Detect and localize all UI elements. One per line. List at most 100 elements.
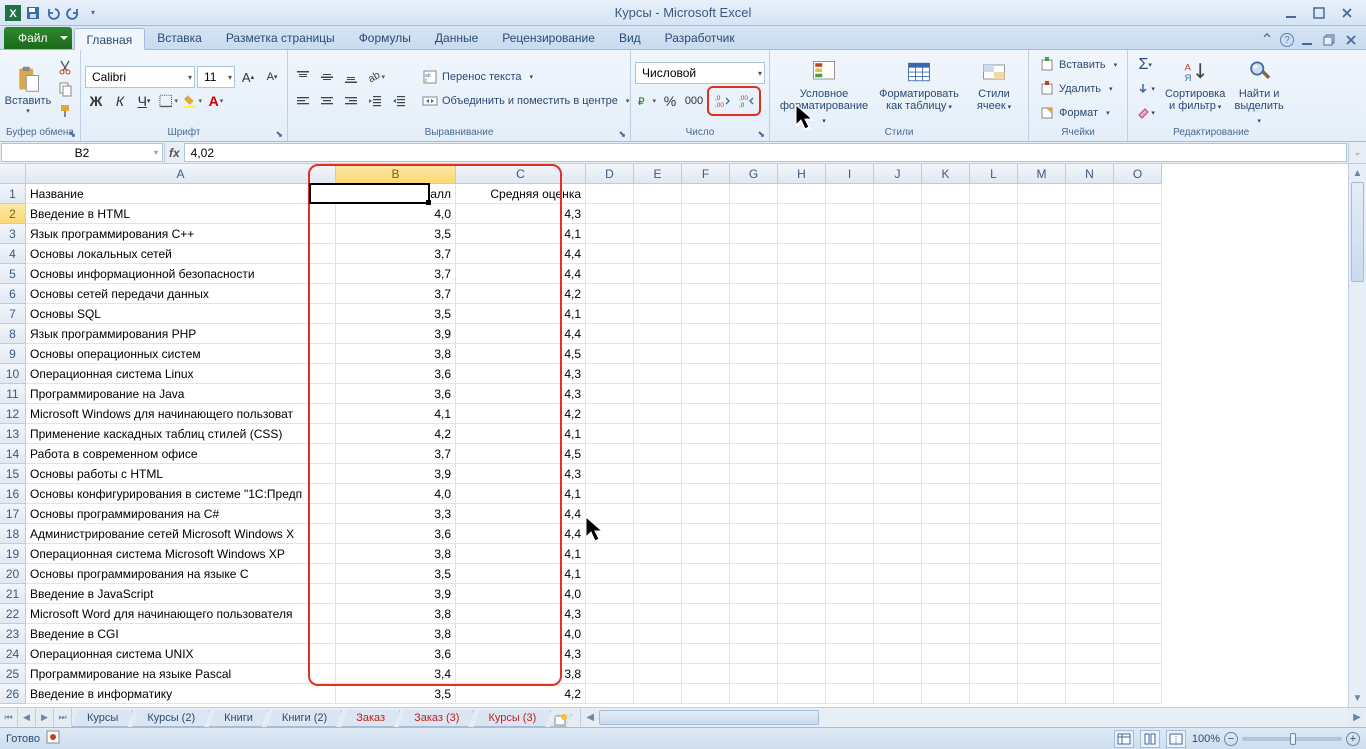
cell[interactable] — [682, 464, 730, 484]
cell[interactable] — [970, 504, 1018, 524]
cell[interactable] — [1066, 544, 1114, 564]
cell[interactable] — [970, 364, 1018, 384]
cell[interactable] — [1018, 444, 1066, 464]
cell[interactable] — [586, 544, 634, 564]
cell[interactable]: 3,8 — [336, 344, 456, 364]
cell[interactable] — [1066, 404, 1114, 424]
cell[interactable] — [730, 384, 778, 404]
cell[interactable]: Работа в современном офисе — [26, 444, 336, 464]
cell[interactable] — [730, 404, 778, 424]
cell[interactable] — [922, 224, 970, 244]
cell[interactable] — [682, 604, 730, 624]
cell[interactable] — [970, 644, 1018, 664]
underline-button[interactable]: Ч▾ — [133, 90, 155, 112]
cell[interactable]: 4,2 — [456, 684, 586, 704]
cell[interactable] — [634, 584, 682, 604]
row-header[interactable]: 24 — [0, 644, 26, 664]
cell[interactable] — [586, 444, 634, 464]
cell[interactable]: Основы работы с HTML — [26, 464, 336, 484]
cell[interactable] — [826, 444, 874, 464]
cell[interactable]: 4,3 — [456, 384, 586, 404]
cell[interactable] — [1066, 664, 1114, 684]
cell[interactable]: 4,2 — [456, 284, 586, 304]
comma-format-button[interactable]: 000 — [683, 90, 705, 112]
cell[interactable] — [1066, 484, 1114, 504]
cell[interactable] — [682, 644, 730, 664]
cell[interactable] — [634, 484, 682, 504]
cell[interactable]: 4,4 — [456, 264, 586, 284]
workbook-minimize-icon[interactable] — [1298, 31, 1316, 49]
column-header[interactable]: F — [682, 164, 730, 184]
cell[interactable] — [1114, 224, 1162, 244]
cell[interactable] — [634, 504, 682, 524]
cell[interactable] — [1114, 364, 1162, 384]
cell[interactable] — [826, 304, 874, 324]
decrease-decimal-button[interactable]: ,00,0 — [735, 90, 757, 112]
sheet-nav-first[interactable]: ⏮ — [0, 708, 18, 727]
cell[interactable]: 4,4 — [456, 524, 586, 544]
sheet-tab[interactable]: Курсы (2) — [132, 710, 210, 727]
cell[interactable] — [1114, 524, 1162, 544]
row-header[interactable]: 19 — [0, 544, 26, 564]
cell[interactable] — [1018, 384, 1066, 404]
copy-button[interactable] — [54, 78, 76, 100]
cell[interactable]: 4,2 — [456, 404, 586, 424]
cell[interactable]: Операционная система UNIX — [26, 644, 336, 664]
cell[interactable] — [730, 464, 778, 484]
cell[interactable] — [1018, 224, 1066, 244]
cell[interactable] — [1018, 284, 1066, 304]
cell[interactable]: Введение в информатику — [26, 684, 336, 704]
cell[interactable] — [1114, 424, 1162, 444]
orientation-button[interactable]: ab — [364, 66, 386, 88]
close-button[interactable] — [1336, 4, 1358, 22]
cell[interactable] — [922, 524, 970, 544]
cell[interactable] — [778, 224, 826, 244]
cell[interactable] — [586, 504, 634, 524]
cell[interactable] — [682, 624, 730, 644]
cell[interactable] — [874, 344, 922, 364]
cell[interactable] — [778, 344, 826, 364]
cell[interactable]: Основы конфигурирования в системе "1С:Пр… — [26, 484, 336, 504]
cell[interactable] — [874, 484, 922, 504]
cell[interactable] — [1066, 464, 1114, 484]
cell[interactable] — [586, 424, 634, 444]
cell[interactable] — [970, 684, 1018, 704]
cell[interactable] — [682, 364, 730, 384]
cell[interactable] — [970, 404, 1018, 424]
cell[interactable] — [730, 444, 778, 464]
cell[interactable] — [874, 424, 922, 444]
cell[interactable] — [682, 184, 730, 204]
cell[interactable] — [682, 584, 730, 604]
align-top-button[interactable] — [292, 66, 314, 88]
cell[interactable] — [1114, 204, 1162, 224]
cell[interactable] — [1018, 504, 1066, 524]
cell[interactable] — [826, 464, 874, 484]
cell[interactable]: Основы программирования на языке C — [26, 564, 336, 584]
cell[interactable] — [778, 304, 826, 324]
cell[interactable] — [730, 364, 778, 384]
cell[interactable]: 3,8 — [456, 664, 586, 684]
align-center-button[interactable] — [316, 90, 338, 112]
cell[interactable] — [634, 544, 682, 564]
cell[interactable] — [1018, 264, 1066, 284]
cell[interactable] — [826, 184, 874, 204]
cell[interactable] — [730, 524, 778, 544]
column-header[interactable]: G — [730, 164, 778, 184]
cell[interactable] — [634, 304, 682, 324]
row-header[interactable]: 8 — [0, 324, 26, 344]
cell[interactable]: 4,1 — [456, 224, 586, 244]
cell[interactable] — [682, 244, 730, 264]
italic-button[interactable]: К — [109, 90, 131, 112]
cell[interactable] — [922, 284, 970, 304]
cell[interactable] — [1066, 244, 1114, 264]
sheet-tab[interactable]: Книги (2) — [267, 710, 342, 727]
cell[interactable] — [586, 364, 634, 384]
cell[interactable] — [970, 244, 1018, 264]
cell[interactable]: Microsoft Windows для начинающего пользо… — [26, 404, 336, 424]
column-header[interactable]: A — [26, 164, 336, 184]
cell[interactable] — [682, 284, 730, 304]
row-header[interactable]: 9 — [0, 344, 26, 364]
cell[interactable] — [1114, 304, 1162, 324]
cell[interactable]: Основы сетей передачи данных — [26, 284, 336, 304]
cell[interactable] — [634, 364, 682, 384]
